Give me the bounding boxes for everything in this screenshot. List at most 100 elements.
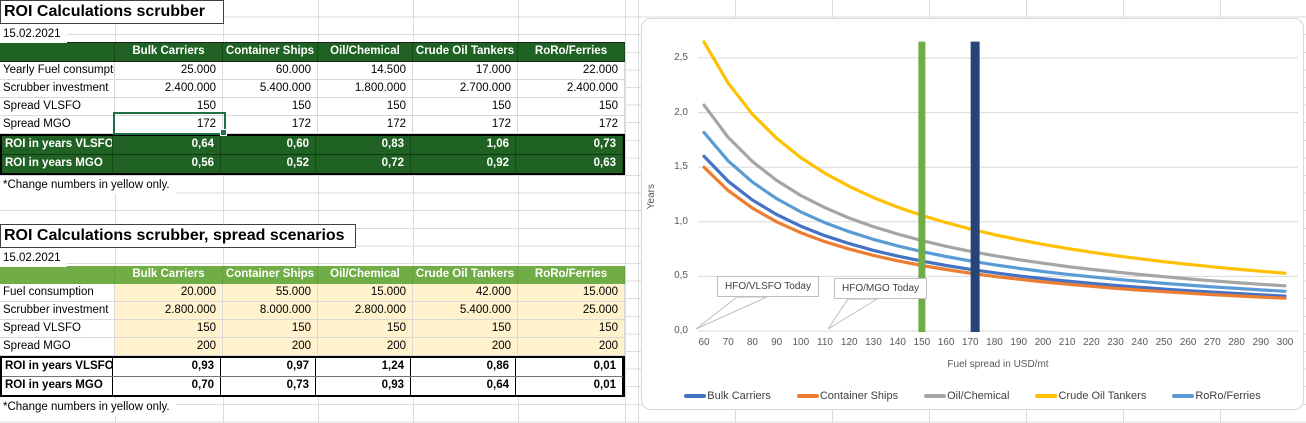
roi-value-cell[interactable]: 0,64: [411, 377, 516, 395]
column-header[interactable]: Oil/Chemical: [318, 43, 413, 61]
legend-item[interactable]: Container Ships: [796, 390, 898, 402]
value-cell[interactable]: 150: [318, 98, 413, 116]
roi-row-label[interactable]: ROI in years MGO: [2, 377, 113, 395]
x-tick-label: 110: [817, 337, 833, 348]
value-cell[interactable]: 172: [223, 116, 318, 134]
table-row: Scrubber investment 2.800.000 8.000.000 2.8…: [0, 302, 625, 320]
legend-item[interactable]: RoRo/Ferries: [1172, 390, 1261, 402]
value-cell[interactable]: 2.700.000: [413, 80, 518, 98]
column-header[interactable]: Crude Oil Tankers: [413, 266, 518, 284]
roi-value-cell[interactable]: 0,97: [221, 358, 316, 376]
value-cell[interactable]: 15.000: [518, 284, 625, 302]
roi-value-cell[interactable]: 0,01: [516, 377, 623, 395]
value-cell[interactable]: 1.800.000: [318, 80, 413, 98]
column-header[interactable]: Bulk Carriers: [115, 43, 223, 61]
value-cell[interactable]: 2.800.000: [115, 302, 223, 320]
roi-row-label[interactable]: ROI in years VLSFO: [2, 136, 113, 154]
legend-item[interactable]: Oil/Chemical: [924, 390, 1009, 402]
series-line-3: [702, 40, 1287, 275]
legend-item[interactable]: Crude Oil Tankers: [1035, 390, 1146, 402]
value-cell[interactable]: 25.000: [518, 302, 625, 320]
value-cell[interactable]: 5.400.000: [223, 80, 318, 98]
row-label[interactable]: Spread VLSFO: [0, 320, 115, 338]
roi-row-label[interactable]: ROI in years MGO: [2, 155, 113, 173]
value-cell[interactable]: 150: [223, 320, 318, 338]
column-header[interactable]: Crude Oil Tankers: [413, 43, 518, 61]
roi-value-cell[interactable]: 0,01: [516, 358, 623, 376]
table-date[interactable]: 15.02.2021: [0, 250, 67, 267]
column-header[interactable]: RoRo/Ferries: [518, 266, 625, 284]
value-cell[interactable]: 2.400.000: [115, 80, 223, 98]
value-cell[interactable]: 200: [413, 338, 518, 356]
roi-value-cell[interactable]: 0,86: [411, 358, 516, 376]
value-cell[interactable]: 8.000.000: [223, 302, 318, 320]
value-cell[interactable]: 15.000: [318, 284, 413, 302]
roi-value-cell[interactable]: 0,83: [316, 136, 411, 154]
selection-fill-handle[interactable]: [220, 129, 227, 136]
column-header[interactable]: Container Ships: [223, 266, 318, 284]
value-cell[interactable]: 2.400.000: [518, 80, 625, 98]
value-cell[interactable]: 42.000: [413, 284, 518, 302]
table-header-corner-cell[interactable]: [0, 266, 115, 284]
column-header[interactable]: RoRo/Ferries: [518, 43, 625, 61]
value-cell[interactable]: 150: [518, 320, 625, 338]
column-header[interactable]: Oil/Chemical: [318, 266, 413, 284]
roi-value-cell[interactable]: 0,73: [516, 136, 623, 154]
table-row: Spread VLSFO 150 150 150 150 150: [0, 320, 625, 338]
value-cell[interactable]: 2.800.000: [318, 302, 413, 320]
value-cell[interactable]: 60.000: [223, 62, 318, 80]
value-cell[interactable]: 5.400.000: [413, 302, 518, 320]
roi-value-cell[interactable]: 1,06: [411, 136, 516, 154]
roi-chart[interactable]: 0,0 0,5 1,0 1,5 2,0 2,5 60 70 80 90 100 110 120 130 14…: [641, 18, 1304, 410]
row-label[interactable]: Fuel consumption: [0, 284, 115, 302]
row-label[interactable]: Spread MGO: [0, 116, 115, 134]
value-cell[interactable]: 150: [413, 98, 518, 116]
column-header[interactable]: Container Ships: [223, 43, 318, 61]
roi-value-cell[interactable]: 0,64: [113, 136, 221, 154]
roi-value-cell[interactable]: 0,70: [113, 377, 221, 395]
roi-value-cell[interactable]: 0,73: [221, 377, 316, 395]
roi-value-cell[interactable]: 0,92: [411, 155, 516, 173]
roi-row-label[interactable]: ROI in years VLSFO: [2, 358, 113, 376]
value-cell[interactable]: 150: [518, 98, 625, 116]
value-cell[interactable]: 25.000: [115, 62, 223, 80]
roi-value-cell[interactable]: 0,72: [316, 155, 411, 173]
row-label[interactable]: Scrubber investment: [0, 302, 115, 320]
table-title: ROI Calculations scrubber, spread scenar…: [4, 227, 345, 244]
row-label[interactable]: Yearly Fuel consumption: [0, 62, 115, 80]
value-cell[interactable]: 22.000: [518, 62, 625, 80]
legend-label: Bulk Carriers: [707, 390, 771, 402]
value-cell[interactable]: 20.000: [115, 284, 223, 302]
value-cell[interactable]: 14.500: [318, 62, 413, 80]
value-cell[interactable]: 150: [318, 320, 413, 338]
series-line-4: [702, 130, 1287, 293]
row-label[interactable]: Spread MGO: [0, 338, 115, 356]
value-cell[interactable]: 172: [318, 116, 413, 134]
value-cell[interactable]: 200: [318, 338, 413, 356]
series-line-2: [702, 103, 1287, 288]
roi-value-cell[interactable]: 0,56: [113, 155, 221, 173]
value-cell[interactable]: 150: [223, 98, 318, 116]
roi-value-cell[interactable]: 0,52: [221, 155, 316, 173]
roi-value-cell[interactable]: 0,60: [221, 136, 316, 154]
column-header[interactable]: Bulk Carriers: [115, 266, 223, 284]
roi-value-cell[interactable]: 0,63: [516, 155, 623, 173]
selected-cell-outline[interactable]: [113, 112, 227, 136]
row-label[interactable]: Scrubber investment: [0, 80, 115, 98]
value-cell[interactable]: 172: [413, 116, 518, 134]
table-header-corner-cell[interactable]: [0, 43, 115, 61]
value-cell[interactable]: 17.000: [413, 62, 518, 80]
value-cell[interactable]: 150: [413, 320, 518, 338]
roi-value-cell[interactable]: 0,93: [113, 358, 221, 376]
value-cell[interactable]: 150: [115, 320, 223, 338]
roi-value-cell[interactable]: 0,93: [316, 377, 411, 395]
value-cell[interactable]: 200: [115, 338, 223, 356]
legend-item[interactable]: Bulk Carriers: [684, 390, 771, 402]
row-label[interactable]: Spread VLSFO: [0, 98, 115, 116]
roi-value-cell[interactable]: 1,24: [316, 358, 411, 376]
value-cell[interactable]: 200: [518, 338, 625, 356]
value-cell[interactable]: 55.000: [223, 284, 318, 302]
value-cell[interactable]: 200: [223, 338, 318, 356]
value-cell[interactable]: 172: [518, 116, 625, 134]
table-date[interactable]: 15.02.2021: [0, 26, 67, 43]
